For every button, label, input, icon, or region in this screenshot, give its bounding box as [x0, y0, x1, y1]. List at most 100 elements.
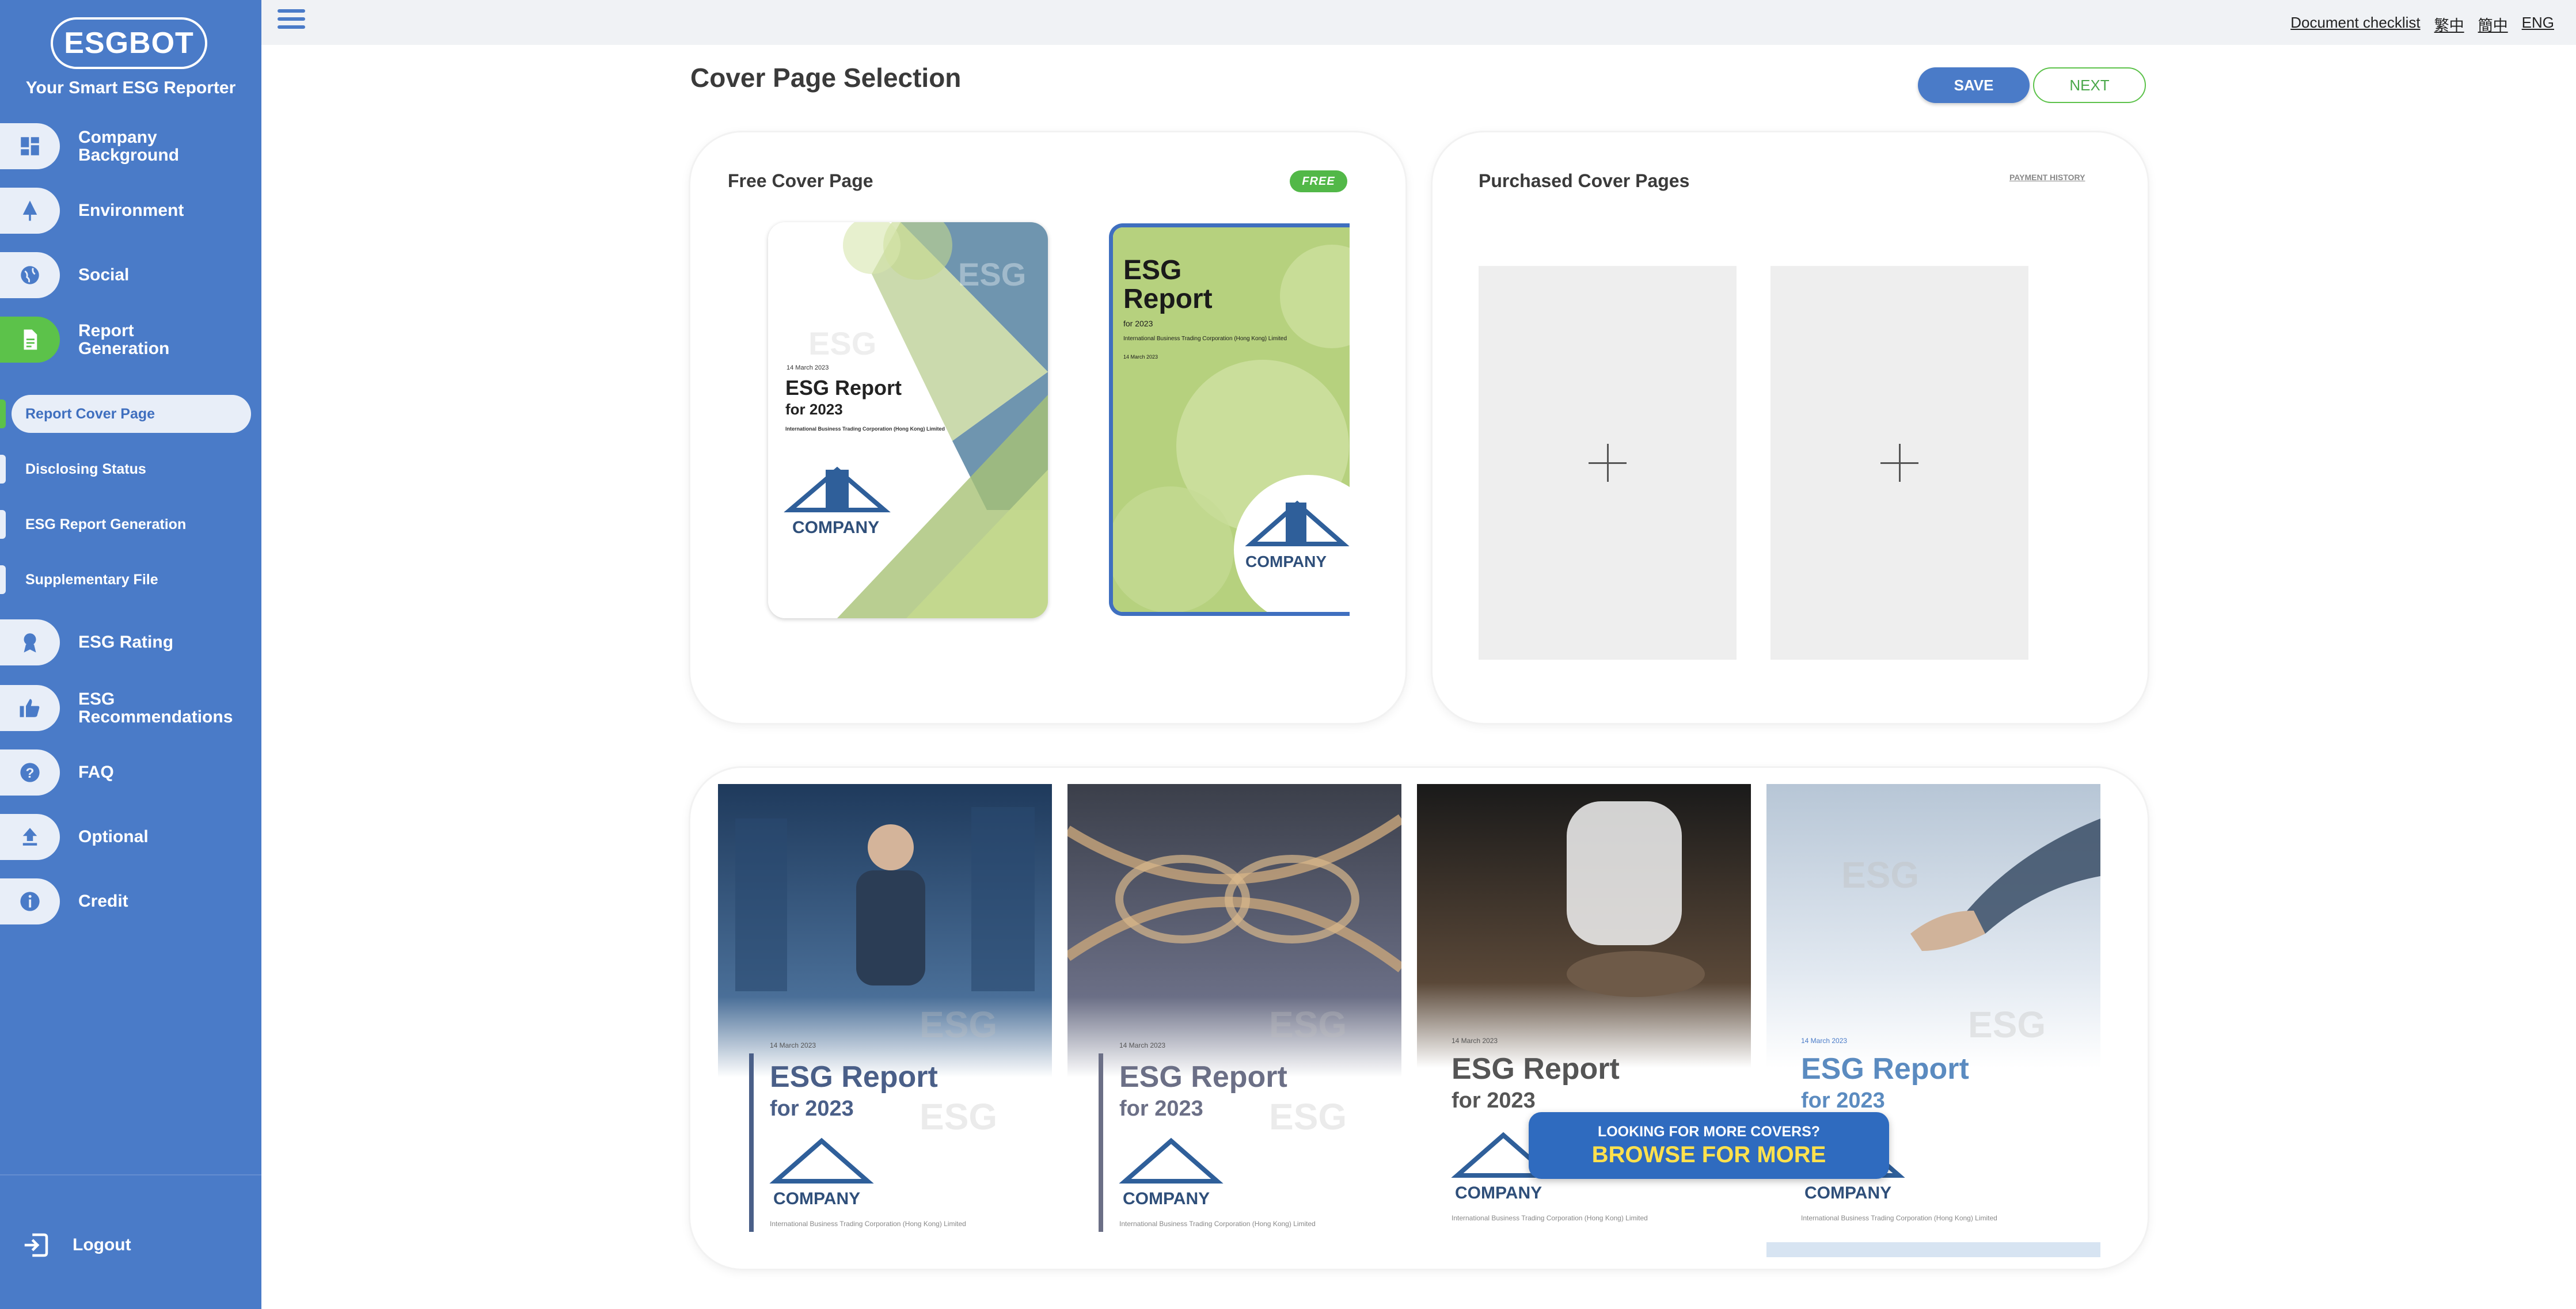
sidebar-item-label: ESG Rating	[78, 633, 174, 652]
browse-more-button[interactable]: LOOKING FOR MORE COVERS? BROWSE FOR MORE	[1529, 1112, 1889, 1179]
cover-logo-text: COMPANY	[1123, 1189, 1210, 1208]
sidebar-item-label: Company Background	[78, 127, 180, 165]
sidebar-item-label: Credit	[78, 892, 128, 911]
sidebar-item-optional[interactable]: Optional	[0, 808, 261, 866]
cover-logo-text: COMPANY	[1804, 1184, 1891, 1203]
sidebar-subitem-label: ESG Report Generation	[25, 516, 187, 532]
sidebar-subitem-label: Supplementary File	[25, 571, 158, 588]
sidebar-item-label: Social	[78, 265, 130, 285]
cover-title: ESG Report	[785, 376, 902, 399]
plus-icon	[1589, 444, 1627, 482]
sidebar-subitem-esg-report-generation[interactable]: ESG Report Generation	[0, 505, 253, 543]
sidebar-item-label: FAQ	[78, 763, 114, 782]
gallery-cover-2[interactable]: 14 March 2023 ESG Report for 2023 COMPAN…	[1067, 784, 1401, 1257]
active-indicator	[0, 399, 6, 428]
cover-logo-text: COMPANY	[792, 518, 879, 537]
sidebar-item-social[interactable]: Social	[0, 246, 261, 304]
plus-icon	[1880, 444, 1918, 482]
tree-icon	[0, 188, 60, 234]
cover-date: 14 March 2023	[1119, 1041, 1165, 1049]
cover-date: 14 March 2023	[770, 1041, 816, 1049]
svg-text:ESG: ESG	[920, 1096, 997, 1137]
menu-toggle-icon[interactable]	[278, 9, 305, 32]
browse-more-caption: LOOKING FOR MORE COVERS?	[1597, 1124, 1821, 1140]
cover-company-name: International Business Trading Corporati…	[785, 426, 945, 432]
sidebar-item-faq[interactable]: ? FAQ	[0, 744, 261, 801]
lang-english-link[interactable]: ENG	[2522, 14, 2554, 35]
svg-text:ESG: ESG	[808, 325, 876, 362]
cover-art-highway: 14 March 2023 ESG Report for 2023 COMPAN…	[1067, 784, 1401, 1257]
cover-company-name: International Business Trading Corporati…	[1801, 1214, 1997, 1222]
free-badge: FREE	[1290, 170, 1347, 192]
svg-text:ESG: ESG	[1841, 854, 1919, 896]
cover-art-kitchen: 14 March 2023 ESG Report for 2023 COMPAN…	[1417, 784, 1751, 1257]
logout-area: Logout	[0, 1174, 261, 1309]
sidebar-item-label: ESG Recommendations	[78, 689, 233, 726]
free-cover-option-1[interactable]: 14 March 2023 ESG Report for 2023 Intern…	[768, 222, 1048, 618]
lang-traditional-chinese-link[interactable]: 繁中	[2434, 14, 2464, 35]
topbar: Document checklist 繁中 簡中 ENG	[261, 0, 2576, 45]
upload-icon	[0, 814, 60, 860]
cover-logo-text: COMPANY	[1455, 1184, 1542, 1203]
sidebar-item-label: Report Generation	[78, 321, 170, 358]
gallery-cover-3[interactable]: 14 March 2023 ESG Report for 2023 COMPAN…	[1417, 784, 1751, 1257]
sidebar-subitem-supplementary-file[interactable]: Supplementary File	[0, 561, 253, 599]
logout-icon	[24, 1233, 48, 1257]
logout-button[interactable]: Logout	[21, 1230, 131, 1261]
cover-title: ESG Report	[1119, 1060, 1287, 1094]
gallery-cover-1[interactable]: 14 March 2023 ESG Report for 2023 COMPAN…	[718, 784, 1052, 1257]
cover-date: 14 March 2023	[1452, 1037, 1498, 1045]
globe-icon	[0, 252, 60, 298]
sidebar-subitem-label: Report Cover Page	[25, 405, 155, 422]
sidebar-item-credit[interactable]: Credit	[0, 873, 261, 930]
cover-subtitle: for 2023	[1452, 1089, 1536, 1113]
cover-art-data-center: 14 March 2023 ESG Report for 2023 COMPAN…	[718, 784, 1052, 1257]
sidebar-item-report-generation[interactable]: Report Generation	[0, 311, 261, 368]
next-button[interactable]: NEXT	[2033, 67, 2146, 103]
purchased-cover-slot-2[interactable]	[1770, 266, 2028, 660]
svg-text:ESG: ESG	[958, 256, 1026, 292]
purchased-cover-slot-1[interactable]	[1479, 266, 1737, 660]
cover-logo-text: COMPANY	[773, 1189, 860, 1208]
cover-title: ESG Report	[1801, 1052, 1969, 1086]
subitem-indicator	[0, 510, 6, 539]
award-icon	[0, 619, 60, 665]
logout-label: Logout	[73, 1235, 131, 1254]
cover-company-name: International Business Trading Corporati…	[1119, 1220, 1316, 1228]
svg-text:ESG: ESG	[1269, 1096, 1347, 1137]
app-logo[interactable]: ESGBOT	[51, 17, 207, 69]
cover-subtitle: for 2023	[770, 1097, 854, 1121]
save-button[interactable]: SAVE	[1918, 67, 2030, 103]
cover-art-circles: ESG Report for 2023 International Busine…	[1113, 227, 1350, 612]
subitem-indicator	[0, 565, 6, 594]
document-icon	[0, 317, 60, 363]
page-title: Cover Page Selection	[690, 63, 962, 93]
lang-simplified-chinese-link[interactable]: 簡中	[2478, 14, 2508, 35]
cover-subtitle: for 2023	[1801, 1089, 1885, 1113]
cover-company-name: International Business Trading Corporati…	[1123, 336, 1287, 342]
cover-subtitle: for 2023	[1123, 319, 1153, 328]
thumbs-up-icon	[0, 685, 60, 731]
gallery-cover-4[interactable]: 14 March 2023 ESG Report for 2023 COMPAN…	[1766, 784, 2100, 1257]
svg-text:?: ?	[26, 766, 35, 781]
sidebar-subitem-report-cover-page[interactable]: Report Cover Page	[0, 395, 253, 433]
document-checklist-link[interactable]: Document checklist	[2290, 14, 2420, 35]
sidebar-item-esg-recommendations[interactable]: ESG Recommendations	[0, 679, 261, 737]
cover-company-name: International Business Trading Corporati…	[1452, 1214, 1648, 1222]
sidebar-item-environment[interactable]: Environment	[0, 182, 261, 239]
app-tagline: Your Smart ESG Reporter	[25, 78, 236, 97]
cover-title: ESG Report	[1452, 1052, 1620, 1086]
cover-date: 14 March 2023	[787, 364, 829, 371]
subitem-indicator	[0, 455, 6, 484]
svg-text:ESG: ESG	[920, 1004, 997, 1045]
cover-company-name: International Business Trading Corporati…	[770, 1220, 966, 1228]
cover-title: ESG Report	[770, 1060, 938, 1094]
top-links: Document checklist 繁中 簡中 ENG	[2290, 14, 2554, 35]
free-cover-title: Free Cover Page	[728, 170, 873, 191]
sidebar-subitem-disclosing-status[interactable]: Disclosing Status	[0, 450, 253, 488]
sidebar-item-label: Optional	[78, 827, 149, 847]
sidebar-item-esg-rating[interactable]: ESG Rating	[0, 614, 261, 671]
sidebar-item-company-background[interactable]: Company Background	[0, 117, 261, 175]
payment-history-link[interactable]: PAYMENT HISTORY	[2009, 173, 2085, 182]
free-cover-option-2-selected[interactable]: ESG Report for 2023 International Busine…	[1109, 223, 1350, 616]
